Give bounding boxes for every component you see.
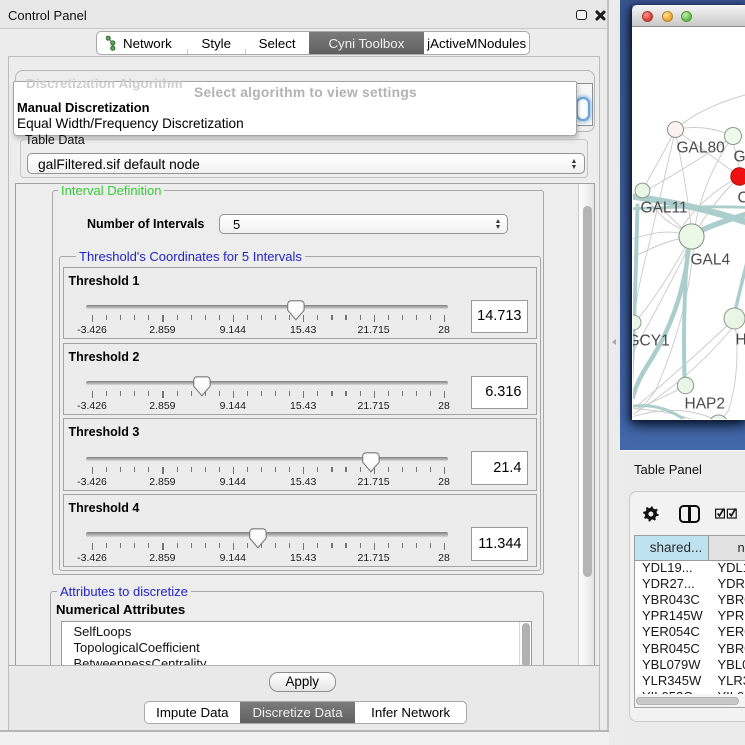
svg-text:GAL4: GAL4 bbox=[690, 251, 730, 268]
svg-text:GAL11: GAL11 bbox=[640, 199, 687, 216]
svg-text:GA: GA bbox=[733, 148, 745, 165]
svg-text:C: C bbox=[737, 189, 745, 206]
svg-text:H: H bbox=[735, 331, 745, 348]
svg-text:GAL80: GAL80 bbox=[676, 139, 725, 156]
svg-text:HAP2: HAP2 bbox=[684, 395, 725, 412]
svg-text:GCY1: GCY1 bbox=[633, 332, 670, 349]
